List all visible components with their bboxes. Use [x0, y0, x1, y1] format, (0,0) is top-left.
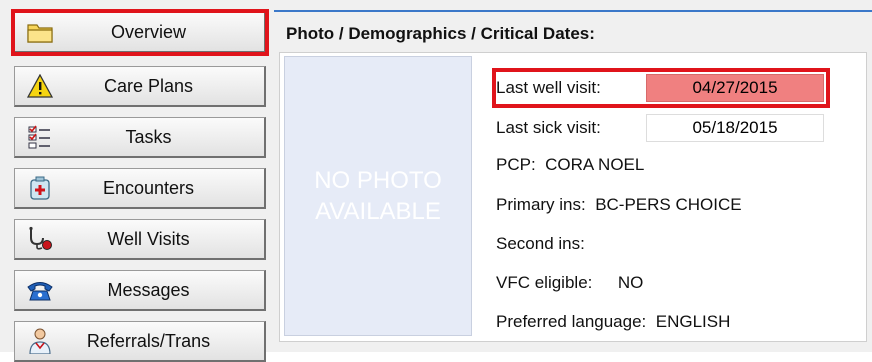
no-photo-line-1: NO PHOTO — [314, 167, 442, 194]
vfc-row: VFC eligible: NO — [496, 273, 643, 293]
section-title: Photo / Demographics / Critical Dates: — [286, 24, 595, 43]
nav-button-care-plans[interactable]: Care Plans — [14, 66, 266, 107]
last-sick-visit-label: Last sick visit: — [496, 118, 601, 137]
sidebar-nav: Overview Care Plans Tasks Encounters Wel… — [0, 0, 274, 362]
primary-ins-label: Primary ins: — [496, 195, 586, 214]
medical-kit-icon — [23, 173, 57, 203]
warning-icon — [23, 71, 57, 101]
nav-label-referrals: Referrals/Trans — [86, 330, 211, 351]
nav-label-care-plans: Care Plans — [103, 75, 194, 96]
nav-button-well-visits[interactable]: Well Visits — [14, 219, 266, 260]
last-well-visit-highlight — [492, 68, 830, 108]
pcp-value: CORA NOEL — [545, 155, 645, 174]
second-ins-label: Second ins: — [496, 234, 585, 253]
language-row: Preferred language: ENGLISH — [496, 312, 730, 332]
telephone-icon — [23, 275, 57, 305]
nav-label-messages: Messages — [107, 279, 190, 300]
panel-top-border — [274, 10, 872, 12]
vfc-value: NO — [617, 273, 644, 292]
language-label: Preferred language: — [496, 312, 647, 331]
last-sick-visit-value: 05/18/2015 — [646, 114, 824, 142]
pcp-label: PCP: — [496, 155, 536, 174]
nav-button-overview[interactable]: Overview — [11, 9, 269, 56]
patient-photo-placeholder[interactable]: NO PHOTO AVAILABLE — [284, 56, 472, 336]
nav-label-encounters: Encounters — [102, 177, 195, 198]
primary-ins-value: BC-PERS CHOICE — [595, 195, 742, 214]
no-photo-line-2: AVAILABLE — [315, 198, 441, 225]
overview-panel: Photo / Demographics / Critical Dates: N… — [274, 0, 872, 352]
nav-label-tasks: Tasks — [125, 126, 172, 147]
no-photo-text: NO PHOTO AVAILABLE — [285, 165, 471, 227]
nav-button-encounters[interactable]: Encounters — [14, 168, 266, 209]
nav-button-tasks[interactable]: Tasks — [14, 117, 266, 158]
folder-icon — [23, 17, 57, 47]
second-ins-row: Second ins: — [496, 234, 590, 254]
nav-button-messages[interactable]: Messages — [14, 270, 266, 311]
checklist-icon — [23, 122, 57, 152]
nav-label-well-visits: Well Visits — [107, 228, 190, 249]
vfc-label: VFC eligible: — [496, 273, 593, 292]
primary-ins-row: Primary ins: BC-PERS CHOICE — [496, 195, 742, 215]
nav-button-referrals[interactable]: Referrals/Trans — [14, 321, 266, 362]
language-value: ENGLISH — [655, 312, 731, 331]
pcp-row: PCP: CORA NOEL — [496, 155, 644, 175]
nav-label-overview: Overview — [110, 21, 186, 42]
stethoscope-icon — [23, 224, 57, 254]
